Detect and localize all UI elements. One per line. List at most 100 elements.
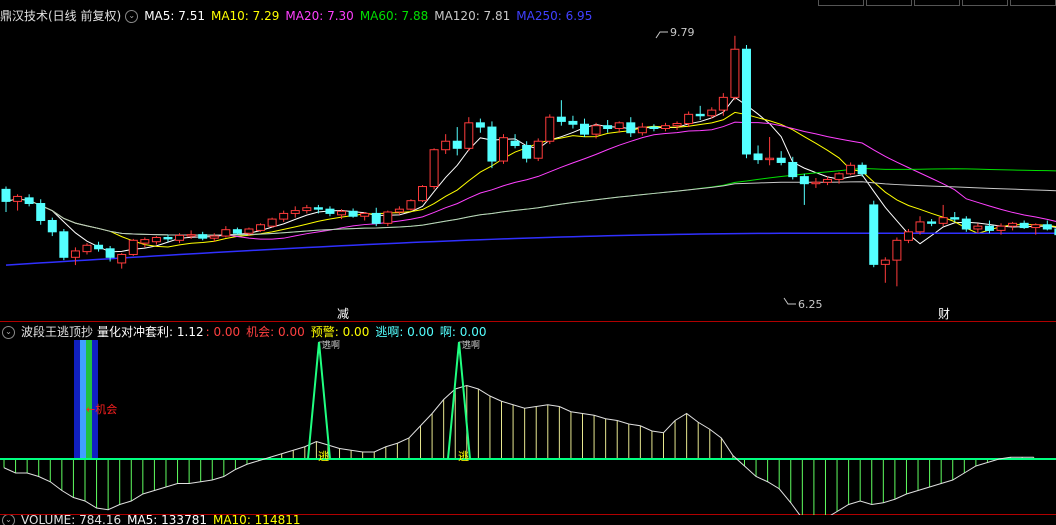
candle	[753, 145, 763, 164]
chevron-down-icon[interactable]: ⌄	[2, 325, 15, 339]
escape-ah-label: 逃啊	[462, 340, 480, 351]
candle	[82, 243, 92, 255]
main-chart-header: 鼎汉技术(日线 前复权) ⌄ MA5: 7.51 MA10: 7.29 MA20…	[0, 7, 598, 25]
candle	[418, 185, 428, 203]
candle	[429, 148, 439, 190]
candle	[961, 216, 971, 232]
candle	[406, 199, 416, 211]
candle	[499, 134, 509, 164]
candle	[927, 219, 937, 227]
candle	[117, 253, 127, 269]
indicator-escape: 逃啊: 0.00	[375, 325, 434, 339]
candle	[1042, 220, 1052, 231]
indicator-v1: : 0.00	[205, 325, 241, 339]
indicator-line	[3, 384, 1034, 515]
ma120-value: MA120: 7.81	[434, 9, 511, 23]
candle	[730, 35, 740, 101]
escape-ah-label: 逃啊	[322, 340, 340, 351]
candle	[869, 200, 879, 268]
escape-label: 逃	[318, 450, 329, 463]
candle	[441, 134, 451, 154]
candle	[880, 257, 890, 283]
candle	[788, 156, 798, 180]
indicator-chance: 机会: 0.00	[246, 325, 305, 339]
candle	[394, 206, 404, 215]
low-price-marker: 6.25	[783, 297, 823, 311]
indicator-header: ⌄ 波段王逃顶抄 量化对冲套利: 1.12 : 0.00 机会: 0.00 预警…	[0, 323, 492, 341]
candle	[556, 100, 566, 126]
indicator-name: 波段王逃顶抄	[21, 325, 94, 339]
low-price-label: 6.25	[798, 298, 823, 311]
candle	[915, 216, 925, 235]
candle	[1019, 220, 1029, 229]
candle	[128, 238, 138, 256]
candle	[279, 210, 289, 222]
candle	[695, 105, 705, 120]
chevron-down-icon[interactable]: ⌄	[125, 9, 139, 23]
candle	[140, 237, 150, 248]
escape-signal-1: 逃啊 逃	[307, 340, 340, 463]
candle	[487, 121, 497, 169]
candle	[603, 120, 613, 133]
indicator-chart[interactable]: ←机会 逃啊 逃 逃啊 逃	[0, 340, 1056, 515]
candle	[718, 93, 728, 116]
candle	[94, 241, 104, 252]
candle	[163, 234, 173, 242]
candle	[672, 121, 682, 130]
ma120-line	[5, 181, 1056, 236]
candle	[741, 44, 751, 159]
volume-value: VOLUME: 784.16	[21, 515, 122, 525]
window-tabs	[816, 0, 1056, 6]
candle	[24, 194, 34, 207]
indicator-ah: 啊: 0.00	[439, 325, 487, 339]
candle	[348, 208, 358, 218]
volume-header: ⌄ VOLUME: 784.16 MA5: 133781 MA10: 11481…	[0, 515, 306, 525]
candle	[475, 118, 485, 133]
ma250-value: MA250: 6.95	[516, 9, 593, 23]
candle	[776, 151, 786, 166]
candle	[47, 217, 57, 237]
candle	[660, 122, 670, 132]
price-chart[interactable]: 9.79 6.25 减 财	[0, 24, 1056, 322]
candle	[811, 178, 821, 188]
candle	[545, 114, 555, 145]
candle	[580, 118, 589, 137]
candle	[1, 186, 11, 212]
candle	[892, 237, 902, 287]
candle	[36, 199, 46, 225]
ma10-line	[5, 111, 1056, 248]
finance-marker: 财	[938, 307, 950, 321]
indicator-param: 量化对冲套利: 1.12	[97, 325, 204, 339]
candle	[302, 204, 312, 214]
candle	[198, 231, 208, 241]
candle	[13, 194, 23, 211]
candle	[325, 206, 335, 217]
chevron-down-icon[interactable]: ⌄	[2, 515, 15, 525]
candle	[360, 212, 370, 221]
candle	[938, 204, 948, 227]
candle	[649, 124, 659, 132]
ma20-value: MA20: 7.30	[285, 9, 354, 23]
indicator-warning: 预警: 0.00	[310, 325, 370, 339]
candle	[1008, 221, 1018, 231]
reduce-marker: 减	[337, 307, 349, 321]
candle	[626, 117, 636, 137]
high-price-marker: 9.79	[655, 26, 695, 39]
candle	[232, 227, 242, 235]
candle	[151, 236, 161, 245]
stock-title: 鼎汉技术(日线 前复权)	[0, 9, 122, 23]
high-price-label: 9.79	[670, 26, 695, 39]
ma10-value: MA10: 7.29	[210, 9, 280, 23]
chance-signal-bar	[74, 340, 98, 458]
candle	[371, 207, 381, 227]
candle	[59, 228, 69, 261]
candle	[568, 115, 578, 129]
candle	[221, 226, 231, 238]
ma5-line	[5, 96, 1056, 253]
candle	[799, 173, 809, 205]
candle	[637, 122, 647, 136]
ma60-value: MA60: 7.88	[359, 9, 429, 23]
ma5-value: MA5: 7.51	[144, 9, 205, 23]
candle	[70, 247, 80, 266]
escape-label: 逃	[458, 450, 469, 463]
